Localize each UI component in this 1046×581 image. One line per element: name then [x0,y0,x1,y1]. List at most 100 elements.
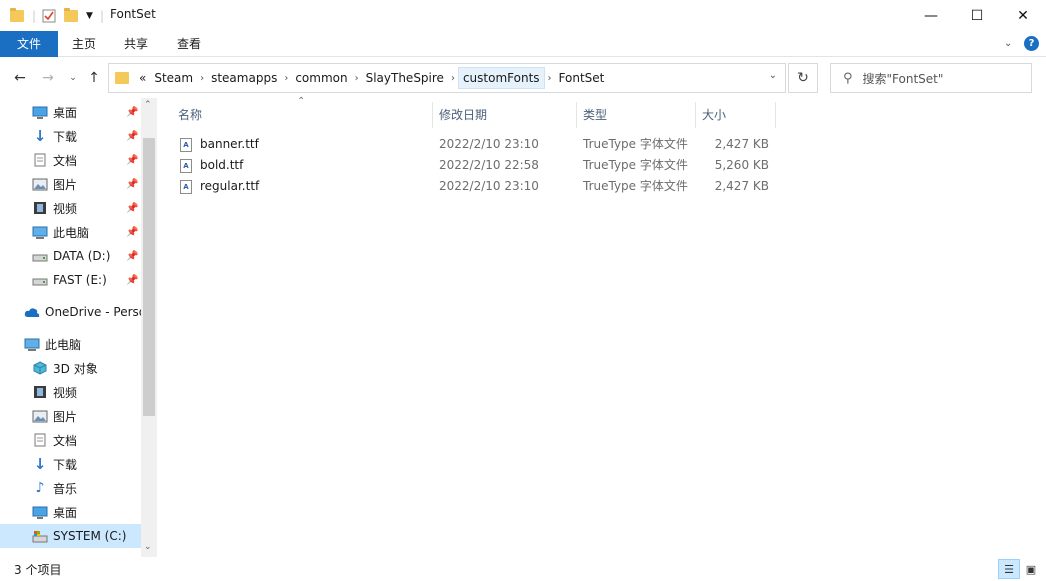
pin-icon[interactable]: 📌 [126,179,138,190]
sidebar-item-data-drive[interactable]: DATA (D:) 📌 [0,244,141,268]
sidebar-item-documents[interactable]: 文档 📌 [0,148,141,172]
table-row[interactable]: Abanner.ttf 2022/2/10 23:10 TrueType 字体文… [174,134,774,155]
item-count: 3 个项目 [14,563,62,577]
desktop-icon [32,105,48,119]
chevron-right-icon[interactable]: › [352,73,362,84]
chevron-right-icon[interactable]: › [545,73,555,84]
address-bar[interactable]: « Steam › steamapps › common › SlayTheSp… [108,63,786,93]
window-title: FontSet [110,7,156,21]
properties-icon[interactable] [42,6,56,26]
pin-icon[interactable]: 📌 [126,155,138,166]
sidebar-item-this-pc[interactable]: 此电脑 📌 [0,220,141,244]
scroll-down-icon[interactable]: ⌄ [144,542,152,552]
picture-icon [32,409,48,423]
font-file-icon: A [180,158,192,173]
pin-icon[interactable]: 📌 [126,107,138,118]
pin-icon[interactable]: 📌 [126,203,138,214]
help-icon[interactable]: ? [1024,36,1039,51]
tab-file[interactable]: 文件 [0,31,58,57]
sidebar-item-label: 此电脑 [45,337,82,352]
sidebar-item-3d-objects[interactable]: 3D 对象 [0,356,141,380]
computer-icon [32,225,48,239]
tab-home[interactable]: 主页 [58,31,110,57]
breadcrumb-steam[interactable]: Steam [150,67,197,89]
tab-share[interactable]: 共享 [110,31,162,57]
large-icons-view-button[interactable]: ▣ [1020,559,1042,579]
new-folder-icon[interactable] [64,6,78,26]
sidebar-item-onedrive[interactable]: OneDrive - Perso [0,300,141,324]
maximize-button[interactable]: ☐ [954,0,1000,31]
sidebar-item-videos[interactable]: 视频 📌 [0,196,141,220]
sidebar-item-downloads[interactable]: ↓ 下载 📌 [0,124,141,148]
customize-toolbar-icon[interactable]: ▼ [86,6,93,26]
sidebar-item-pictures[interactable]: 图片 📌 [0,172,141,196]
computer-icon [24,337,40,351]
pin-icon[interactable]: 📌 [126,131,138,142]
nav-scrollbar[interactable]: ⌃ ⌄ [141,98,157,557]
breadcrumb-steamapps[interactable]: steamapps [207,67,281,89]
recent-locations-button[interactable]: ⌄ [63,68,83,88]
column-header-name[interactable]: 名称 [172,102,433,128]
folder-icon[interactable] [10,6,24,26]
search-input[interactable]: ⚲ 搜索"FontSet" [830,63,1032,93]
up-button[interactable]: ↑ [84,68,104,88]
pin-icon[interactable]: 📌 [126,251,138,262]
chevron-right-icon[interactable]: › [197,73,207,84]
sidebar-item-system-drive[interactable]: SYSTEM (C:) [0,524,141,548]
sidebar-item-label: 下载 [53,129,78,144]
column-header-type[interactable]: 类型 [577,102,696,128]
refresh-button[interactable]: ↻ [788,63,818,93]
file-name: banner.ttf [200,137,259,151]
sidebar-item-downloads-pc[interactable]: ↓ 下载 [0,452,141,476]
sidebar-item-label: 桌面 [53,105,78,120]
file-type: TrueType 字体文件 [583,158,688,172]
column-header-date[interactable]: 修改日期 [433,102,577,128]
file-name: regular.ttf [200,179,260,193]
sidebar-item-this-pc-root[interactable]: 此电脑 [0,332,141,356]
scroll-up-icon[interactable]: ⌃ [144,100,152,110]
details-view-button[interactable]: ☰ [998,559,1020,579]
pin-icon[interactable]: 📌 [126,275,138,286]
sidebar-item-label: OneDrive - Perso [45,305,141,319]
sidebar-item-videos-pc[interactable]: 视频 [0,380,141,404]
column-header-size[interactable]: 大小 [696,102,776,128]
table-row[interactable]: Aregular.ttf 2022/2/10 23:10 TrueType 字体… [174,176,774,197]
address-dropdown-icon[interactable]: ⌄ [769,70,777,81]
table-row[interactable]: Abold.ttf 2022/2/10 22:58 TrueType 字体文件 … [174,155,774,176]
sidebar-item-music[interactable]: ♪ 音乐 [0,476,141,500]
chevron-right-icon[interactable]: › [448,73,458,84]
sidebar-item-label: FAST (E:) [53,273,107,287]
tab-view[interactable]: 查看 [163,31,215,57]
font-file-icon: A [180,137,192,152]
file-name: bold.ttf [200,158,244,172]
sidebar-item-desktop-pc[interactable]: 桌面 [0,500,141,524]
breadcrumb-customfonts[interactable]: customFonts [457,67,545,89]
close-button[interactable]: ✕ [1000,0,1046,31]
file-name-cell: Aregular.ttf [180,176,259,197]
scrollbar-thumb[interactable] [143,138,155,416]
picture-icon [32,177,48,191]
chevron-down-icon[interactable]: ⌄ [1004,38,1012,49]
sidebar-item-desktop[interactable]: 桌面 📌 [0,100,141,124]
sidebar-item-pictures-pc[interactable]: 图片 [0,404,141,428]
sidebar-item-documents-pc[interactable]: 文档 [0,428,141,452]
document-icon [32,153,48,167]
sidebar-item-fast-drive[interactable]: FAST (E:) 📌 [0,268,141,292]
breadcrumb-overflow[interactable]: « [135,67,150,89]
file-date: 2022/2/10 23:10 [439,137,539,151]
breadcrumb-slaythespire[interactable]: SlayTheSpire [362,67,448,89]
breadcrumb-fontset[interactable]: FontSet [555,67,609,89]
music-icon: ♪ [35,480,45,496]
separator: | [32,9,37,23]
minimize-button[interactable]: — [908,0,954,31]
forward-button[interactable]: → [38,68,58,88]
separator: | [100,9,105,23]
sidebar-item-label: 文档 [53,433,78,448]
back-button[interactable]: ← [10,68,30,88]
ribbon: 文件 主页 共享 查看 ⌄ ? [0,31,1046,57]
breadcrumb-common[interactable]: common [291,67,351,89]
font-file-icon: A [180,179,192,194]
sidebar-item-label: DATA (D:) [53,249,111,263]
pin-icon[interactable]: 📌 [126,227,138,238]
chevron-right-icon[interactable]: › [281,73,291,84]
